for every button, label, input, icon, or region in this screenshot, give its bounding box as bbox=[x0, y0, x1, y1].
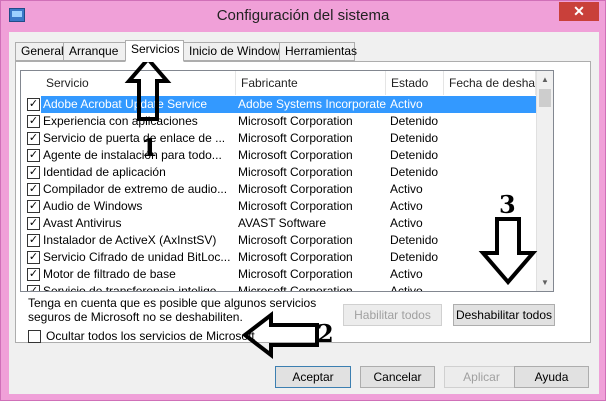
list-item[interactable]: ✓ Agente de instalación para todo... Mic… bbox=[21, 147, 539, 164]
service-name: Experiencia con aplicaciones bbox=[43, 114, 198, 128]
tab-startup[interactable]: Arranque bbox=[63, 42, 126, 61]
tab-services[interactable]: Servicios bbox=[125, 40, 184, 62]
service-status: Activo bbox=[390, 199, 423, 213]
service-checkbox[interactable]: ✓ bbox=[27, 268, 40, 281]
service-manufacturer: Microsoft Corporation bbox=[238, 250, 353, 264]
tab-tools[interactable]: Herramientas bbox=[279, 42, 357, 61]
service-manufacturer: Microsoft Corporation bbox=[238, 267, 353, 281]
service-manufacturer: Microsoft Corporation bbox=[238, 233, 353, 247]
service-manufacturer: AVAST Software bbox=[238, 216, 327, 230]
apply-button[interactable]: Aplicar bbox=[444, 366, 519, 388]
service-name: Servicio de puerta de enlace de ... bbox=[43, 131, 226, 145]
service-checkbox[interactable]: ✓ bbox=[27, 183, 40, 196]
vertical-scrollbar[interactable]: ▲ ▼ bbox=[536, 71, 553, 291]
hide-microsoft-services-label[interactable]: Ocultar todos los servicios de Microsoft bbox=[46, 328, 255, 344]
column-header-disable-date[interactable]: Fecha de desha... bbox=[444, 71, 536, 95]
list-item[interactable]: ✓ Experiencia con aplicaciones Microsoft… bbox=[21, 113, 539, 130]
service-manufacturer: Microsoft Corporation bbox=[238, 182, 353, 196]
list-item[interactable]: ✓ Servicio Cifrado de unidad BitLoc... M… bbox=[21, 249, 539, 266]
service-manufacturer: Microsoft Corporation bbox=[238, 199, 353, 213]
service-name: Audio de Windows bbox=[43, 199, 143, 213]
service-name: Motor de filtrado de base bbox=[43, 267, 176, 281]
column-header-status[interactable]: Estado bbox=[386, 71, 444, 95]
service-checkbox[interactable]: ✓ bbox=[27, 149, 40, 162]
column-header-service[interactable]: Servicio bbox=[41, 71, 236, 95]
service-status: Detenido bbox=[390, 114, 439, 128]
service-status: Activo bbox=[390, 267, 423, 281]
title-bar[interactable]: Configuración del sistema ✕ bbox=[1, 1, 605, 31]
list-header: Servicio Fabricante Estado Fecha de desh… bbox=[21, 71, 553, 95]
list-item[interactable]: ✓ Instalador de ActiveX (AxInstSV) Micro… bbox=[21, 232, 539, 249]
column-header-manufacturer[interactable]: Fabricante bbox=[236, 71, 386, 95]
list-item[interactable]: ✓ Audio de Windows Microsoft Corporation… bbox=[21, 198, 539, 215]
list-item[interactable]: ✓ Adobe Acrobat Update Service Adobe Sys… bbox=[21, 96, 539, 113]
disable-all-button[interactable]: Deshabilitar todos bbox=[453, 304, 555, 326]
window-title: Configuración del sistema bbox=[216, 7, 390, 24]
enable-all-button[interactable]: Habilitar todos bbox=[343, 304, 442, 326]
service-checkbox[interactable]: ✓ bbox=[27, 217, 40, 230]
service-status: Detenido bbox=[390, 233, 439, 247]
tab-general[interactable]: General bbox=[15, 42, 64, 61]
service-checkbox[interactable]: ✓ bbox=[27, 251, 40, 264]
list-item[interactable]: ✓ Avast Antivirus AVAST Software Activo bbox=[21, 215, 539, 232]
service-manufacturer: Microsoft Corporation bbox=[238, 114, 353, 128]
close-button[interactable]: ✕ bbox=[559, 2, 599, 21]
service-manufacturer: Microsoft Corporation bbox=[238, 148, 353, 162]
service-status: Activo bbox=[390, 97, 423, 111]
service-manufacturer: Microsoft Corporation bbox=[238, 131, 353, 145]
service-name: Compilador de extremo de audio... bbox=[43, 182, 228, 196]
service-status: Detenido bbox=[390, 131, 439, 145]
service-checkbox[interactable]: ✓ bbox=[27, 166, 40, 179]
list-item[interactable]: ✓ Servicio de puerta de enlace de ... Mi… bbox=[21, 130, 539, 147]
services-note: Tenga en cuenta que es posible que algun… bbox=[28, 296, 317, 324]
list-item[interactable]: ✓ Servicio de transferencia intelige... … bbox=[21, 283, 539, 292]
service-checkbox[interactable]: ✓ bbox=[27, 132, 40, 145]
service-checkbox[interactable]: ✓ bbox=[27, 115, 40, 128]
service-name: Servicio Cifrado de unidad BitLoc... bbox=[43, 250, 231, 264]
help-button[interactable]: Ayuda bbox=[514, 366, 589, 388]
service-status: Activo bbox=[390, 284, 423, 292]
service-name: Adobe Acrobat Update Service bbox=[43, 97, 208, 111]
service-name: Servicio de transferencia intelige... bbox=[43, 284, 227, 292]
service-checkbox[interactable]: ✓ bbox=[27, 285, 40, 291]
scroll-thumb[interactable] bbox=[539, 89, 551, 107]
service-checkbox[interactable]: ✓ bbox=[27, 234, 40, 247]
service-manufacturer: Microsoft Corporation bbox=[238, 284, 353, 292]
service-manufacturer: Adobe Systems Incorporated bbox=[238, 97, 386, 111]
hide-microsoft-services-checkbox[interactable] bbox=[28, 330, 41, 343]
cancel-button[interactable]: Cancelar bbox=[360, 366, 435, 388]
list-item[interactable]: ✓ Identidad de aplicación Microsoft Corp… bbox=[21, 164, 539, 181]
list-item[interactable]: ✓ Compilador de extremo de audio... Micr… bbox=[21, 181, 539, 198]
service-name: Agente de instalación para todo... bbox=[43, 148, 222, 162]
list-item[interactable]: ✓ Motor de filtrado de base Microsoft Co… bbox=[21, 266, 539, 283]
service-name: Identidad de aplicación bbox=[43, 165, 166, 179]
service-status: Activo bbox=[390, 182, 423, 196]
tab-windows-startup[interactable]: Inicio de Windows bbox=[183, 42, 286, 61]
service-manufacturer: Microsoft Corporation bbox=[238, 165, 353, 179]
dialog-client-area: General Arranque Servicios Inicio de Win… bbox=[9, 32, 599, 394]
service-status: Activo bbox=[390, 216, 423, 230]
service-status: Detenido bbox=[390, 250, 439, 264]
service-name: Avast Antivirus bbox=[43, 216, 122, 230]
ok-button[interactable]: Aceptar bbox=[275, 366, 351, 388]
service-name: Instalador de ActiveX (AxInstSV) bbox=[43, 233, 217, 247]
scroll-up-icon[interactable]: ▲ bbox=[537, 71, 553, 88]
services-list[interactable]: Servicio Fabricante Estado Fecha de desh… bbox=[20, 70, 554, 292]
scroll-down-icon[interactable]: ▼ bbox=[537, 274, 553, 291]
system-configuration-window: Configuración del sistema ✕ General Arra… bbox=[0, 0, 606, 401]
service-status: Detenido bbox=[390, 165, 439, 179]
service-checkbox[interactable]: ✓ bbox=[27, 200, 40, 213]
service-status: Detenido bbox=[390, 148, 439, 162]
service-checkbox[interactable]: ✓ bbox=[27, 98, 40, 111]
